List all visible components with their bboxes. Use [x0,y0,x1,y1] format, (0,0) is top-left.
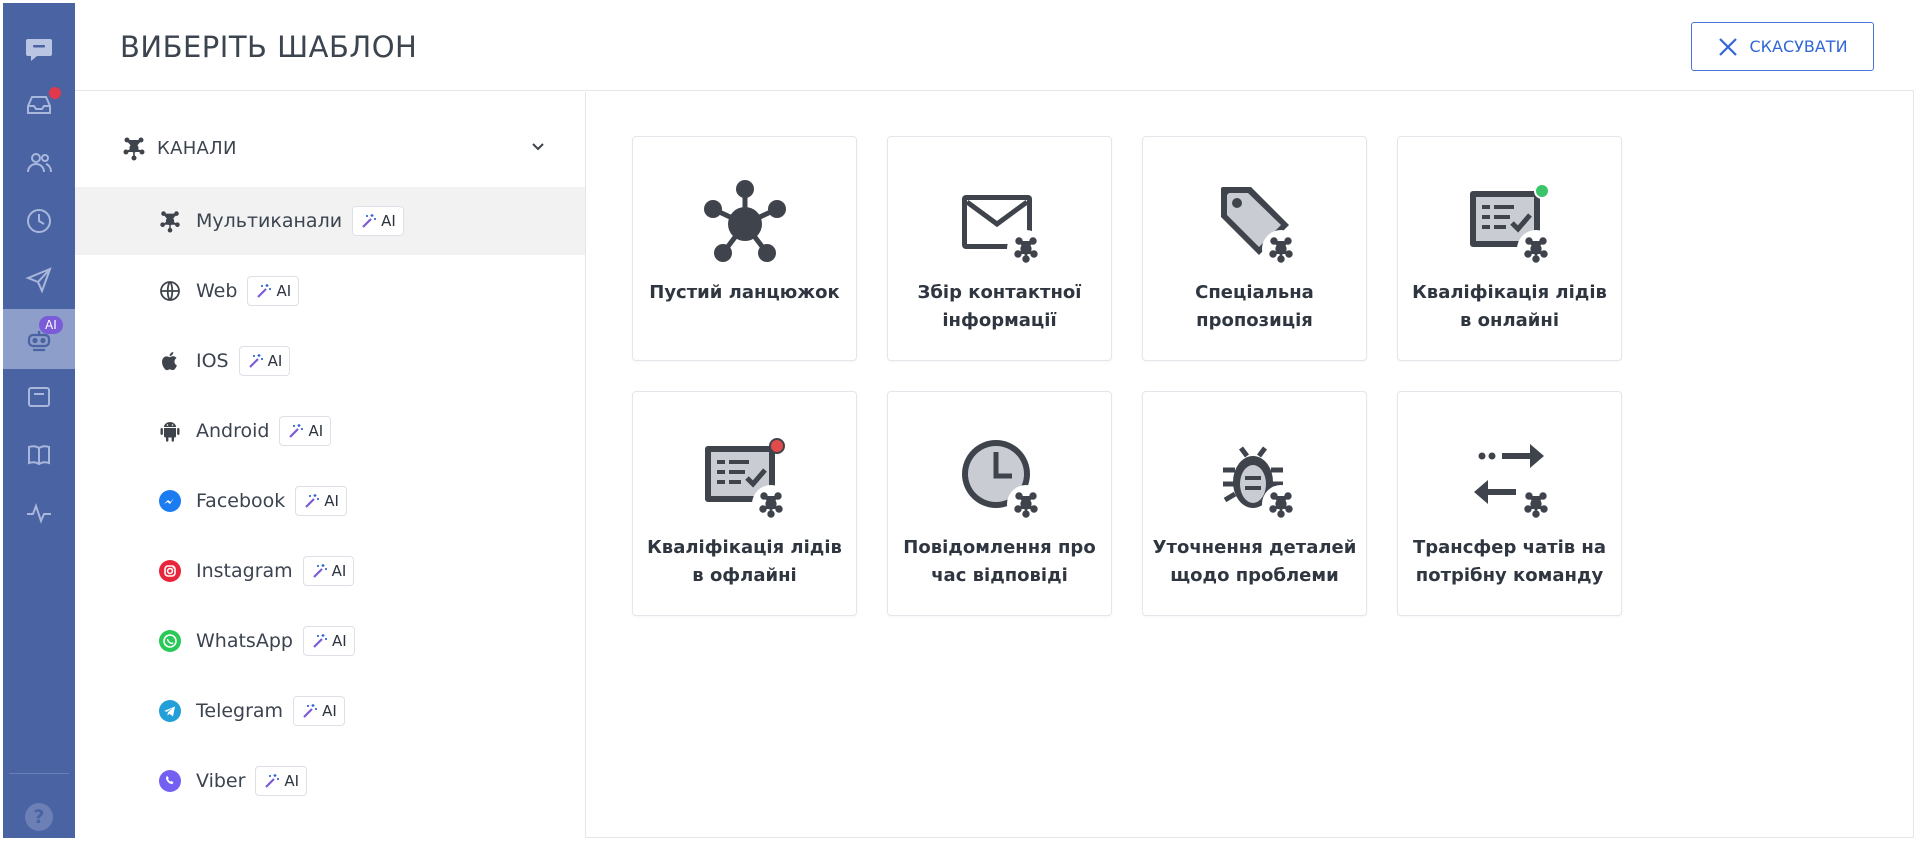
page-title: ВИБЕРІТЬ ШАБЛОН [120,30,418,64]
template-card-label: Кваліфікація лідів в офлайні [647,537,842,586]
help-icon[interactable]: ? [25,803,53,831]
ai-badge: AI [279,416,332,446]
template-card-label: Спеціальна пропозиція [1195,282,1314,331]
ai-badge: AI [255,766,308,796]
messenger-icon [158,489,182,513]
apple-icon [158,349,182,373]
sidebar-item-viber[interactable]: Viber AI [75,747,585,815]
magic-wand-icon [257,284,272,298]
chevron-down-icon[interactable] [529,138,547,156]
ai-badge: AI [39,316,63,334]
magic-wand-icon [265,774,280,788]
magic-wand-icon [313,634,327,648]
sidebar-item-label: Facebook [196,490,286,512]
sidebar-item-label: Viber [196,770,246,792]
template-card-empty-chain[interactable]: Пустий ланцюжок [632,136,857,361]
envelope-icon [962,195,1045,268]
network-hub-icon [704,180,786,262]
multichannel-icon [158,209,182,233]
magic-wand-icon [248,354,263,368]
sidebar-item-label: Android [196,420,270,442]
ai-badge: AI [302,556,355,586]
channels-group-header[interactable]: КАНАЛИ [121,128,571,168]
template-card-online-qualification[interactable]: Кваліфікація лідів в онлайні [1397,136,1622,361]
template-card-label: Повідомлення про час відповіді [903,537,1096,586]
template-card-offline-qualification[interactable]: Кваліфікація лідів в офлайні [632,391,857,616]
cancel-button-label: СКАСУВАТИ [1749,37,1848,56]
template-card-chat-transfer[interactable]: Трансфер чатів на потрібну команду [1397,391,1622,616]
sidebar-item-label: IOS [196,350,229,372]
sidebar-item-ios[interactable]: IOS AI [75,327,585,395]
clock-icon [962,440,1045,523]
ai-badge: AI [295,486,347,516]
sidebar-item-web[interactable]: Web AI [75,257,585,325]
ai-badge: AI [293,696,345,726]
template-card-special-offer[interactable]: Спеціальна пропозиція [1142,136,1367,361]
notification-dot [49,87,61,99]
instagram-icon [158,559,182,583]
logo-chat-icon[interactable] [3,21,75,77]
send-campaign-icon[interactable] [3,251,75,307]
whatsapp-icon [158,629,182,653]
template-card-label: Уточнення деталей щодо проблеми [1152,537,1357,586]
close-icon [1719,37,1738,56]
sidebar-item-label: Instagram [196,560,293,582]
template-card-label: Збір контактної інформації [917,282,1082,331]
template-card-contact-collection[interactable]: Збір контактної інформації [887,136,1112,361]
android-icon [158,419,182,443]
sidebar-item-label: Мультиканали [196,210,343,232]
app-rail: AI ? [3,3,75,838]
sidebar-item-telegram[interactable]: Telegram AI [75,677,585,745]
price-tag-icon [1221,187,1300,268]
contacts-icon[interactable] [3,135,75,191]
sidebar-item-android[interactable]: Android AI [75,397,585,465]
ai-badge: AI [247,276,300,306]
checklist-online-icon [1470,183,1555,268]
page-header: ВИБЕРІТЬ ШАБЛОН СКАСУВАТИ [75,3,1914,91]
checklist-offline-icon [705,438,790,523]
sidebar-item-label: Telegram [196,700,284,722]
magic-wand-icon [289,424,304,438]
template-grid: Пустий ланцюжок Збір контактної інформац… [587,92,1913,837]
magic-wand-icon [305,494,320,508]
ai-badge: AI [352,206,404,236]
cancel-button[interactable]: СКАСУВАТИ [1691,22,1874,71]
template-card-problem-details[interactable]: Уточнення деталей щодо проблеми [1142,391,1367,616]
magic-wand-icon [303,704,318,718]
template-card-response-time[interactable]: Повідомлення про час відповіді [887,391,1112,616]
sidebar-item-label: WhatsApp [196,630,293,652]
channels-group-label: КАНАЛИ [157,137,237,159]
sidebar-item-instagram[interactable]: Instagram AI [75,537,585,605]
multichannel-icon [123,137,145,161]
ai-badge: AI [302,626,355,656]
bug-icon [1223,446,1300,523]
sidebar-item-label: Web [196,280,238,302]
template-card-label: Кваліфікація лідів в онлайні [1412,282,1607,331]
widget-icon[interactable] [3,369,75,425]
sidebar-item-facebook[interactable]: Facebook AI [75,467,585,535]
telegram-icon [158,699,182,723]
template-card-label: Пустий ланцюжок [649,282,840,303]
inbox-icon[interactable] [3,77,75,133]
magic-wand-icon [362,214,377,228]
sidebar-item-whatsapp[interactable]: WhatsApp AI [75,607,585,675]
sidebar-item-multichannel[interactable]: Мультиканали AI [75,187,585,255]
template-card-label: Трансфер чатів на потрібну команду [1413,537,1606,586]
magic-wand-icon [312,564,327,578]
transfer-arrows-icon [1474,444,1555,523]
globe-icon [158,279,182,303]
ai-badge: AI [238,346,291,376]
analytics-pulse-icon[interactable] [3,485,75,541]
history-clock-icon[interactable] [3,193,75,249]
rail-divider [9,773,69,774]
bot-icon[interactable]: AI [3,309,75,369]
knowledge-book-icon[interactable] [3,427,75,483]
channel-sidebar: КАНАЛИ Мультиканали AI Web AI IOS AI And… [75,92,586,838]
viber-icon [158,769,182,793]
